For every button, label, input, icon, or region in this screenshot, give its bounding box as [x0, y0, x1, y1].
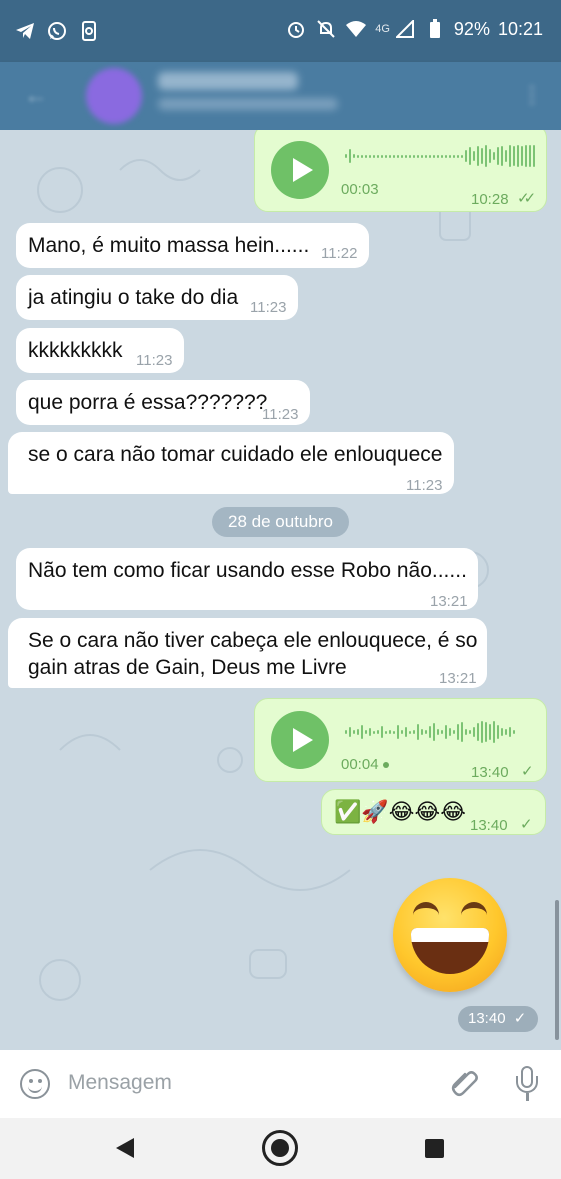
mute-icon [315, 18, 337, 40]
status-bar: 4G 92% 10:21 [0, 0, 561, 62]
nav-back-icon[interactable] [116, 1138, 134, 1158]
signal-icon [394, 18, 416, 40]
more-menu-icon[interactable]: ⋮ [521, 82, 543, 110]
unplayed-dot-icon [382, 762, 389, 769]
voice-message-out[interactable]: 00:04 13:40 ✓ [254, 698, 547, 782]
phone-link-icon [78, 20, 100, 42]
whatsapp-icon [46, 20, 68, 42]
message-text: ja atingiu o take do dia [28, 286, 239, 309]
sent-tick-icon: ✓ [521, 763, 533, 780]
sticker-mouth [411, 928, 489, 974]
voice-message-out[interactable]: 00:03 10:28 ✓✓ [254, 130, 547, 212]
message-input[interactable]: Mensagem [68, 1071, 172, 1095]
message-input-bar: Mensagem [0, 1050, 561, 1118]
message-time: 13:40 [470, 817, 508, 834]
sticker-eye [461, 902, 487, 916]
message-text: Mano, é muito massa hein...... [28, 234, 310, 257]
battery-percent: 92% [453, 18, 490, 39]
attach-icon[interactable] [442, 1061, 487, 1106]
message-time: 11:23 [406, 477, 443, 494]
play-button[interactable] [271, 141, 329, 199]
last-seen-blurred [158, 98, 338, 110]
message-time: 11:23 [250, 299, 287, 316]
nav-home-icon[interactable] [262, 1130, 298, 1166]
telegram-icon [14, 20, 36, 42]
sticker-time-badge: 13:40 ✓ [458, 1006, 538, 1032]
sent-tick-icon: ✓ [513, 1010, 527, 1027]
wifi-icon [345, 18, 367, 40]
emoji-text: ✅🚀😂😂😂 [334, 799, 466, 824]
message-in[interactable]: Não tem como ficar usando esse Robo não.… [16, 548, 478, 610]
message-time: 13:40 [471, 764, 509, 781]
nav-recents-icon[interactable] [425, 1139, 444, 1158]
message-time: 11:23 [262, 406, 299, 423]
message-in[interactable]: Mano, é muito massa hein...... 11:22 [16, 223, 369, 268]
microphone-icon[interactable] [514, 1066, 540, 1102]
emoji-icon[interactable] [20, 1069, 50, 1099]
message-text: kkkkkkkkk [28, 339, 123, 362]
voice-duration: 00:04 [341, 752, 389, 778]
message-text-line-1: Se o cara não tiver cabeça ele enlouquec… [28, 629, 478, 652]
message-time: 10:28 [471, 191, 509, 208]
clock: 10:21 [497, 18, 543, 39]
scrollbar[interactable] [555, 900, 559, 1040]
avatar[interactable] [86, 68, 142, 124]
read-ticks-icon: ✓✓ [517, 190, 536, 207]
voice-duration: 00:03 [341, 181, 379, 198]
laughing-face-sticker[interactable] [393, 878, 507, 992]
chat-header: ← ⋮ [0, 62, 561, 130]
chat-area[interactable]: 00:03 10:28 ✓✓ Mano, é muito massa hein.… [0, 130, 561, 1050]
message-time: 13:40 [468, 1010, 506, 1027]
back-arrow-icon[interactable]: ← [24, 82, 50, 109]
message-in[interactable]: Se o cara não tiver cabeça ele enlouquec… [8, 618, 487, 688]
waveform[interactable] [345, 717, 515, 747]
message-out[interactable]: ✅🚀😂😂😂 13:40 ✓ [321, 789, 546, 835]
contact-name-blurred[interactable] [158, 72, 298, 90]
network-type: 4G [375, 23, 390, 35]
message-in[interactable]: ja atingiu o take do dia 11:23 [16, 275, 298, 320]
alarm-icon [285, 18, 307, 40]
message-text-line-2: gain atras de Gain, Deus me Livre [28, 656, 347, 679]
sticker-eye [413, 902, 439, 916]
message-text: que porra é essa??????? [28, 391, 268, 414]
navigation-bar [0, 1118, 561, 1179]
message-in[interactable]: se o cara não tomar cuidado ele enlouque… [8, 432, 454, 494]
message-time: 13:21 [439, 670, 477, 687]
waveform[interactable] [345, 139, 535, 173]
date-separator: 28 de outubro [212, 507, 349, 537]
message-time: 11:22 [321, 245, 358, 262]
sent-tick-icon: ✓ [520, 816, 532, 833]
message-in[interactable]: que porra é essa??????? 11:23 [16, 380, 310, 425]
play-button[interactable] [271, 711, 329, 769]
message-time: 13:21 [430, 593, 468, 610]
message-in[interactable]: kkkkkkkkk 11:23 [16, 328, 184, 373]
message-time: 11:23 [136, 352, 173, 369]
message-text: Não tem como ficar usando esse Robo não.… [28, 559, 467, 582]
battery-icon [424, 18, 446, 40]
message-text: se o cara não tomar cuidado ele enlouque… [28, 443, 443, 466]
